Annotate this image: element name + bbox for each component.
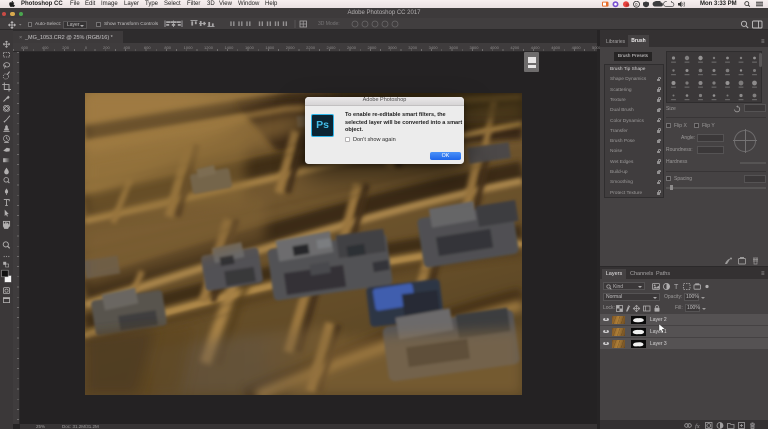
svg-text:T: T	[674, 284, 679, 290]
svg-text:fx: fx	[695, 423, 700, 429]
svg-text:0: 0	[635, 2, 638, 7]
